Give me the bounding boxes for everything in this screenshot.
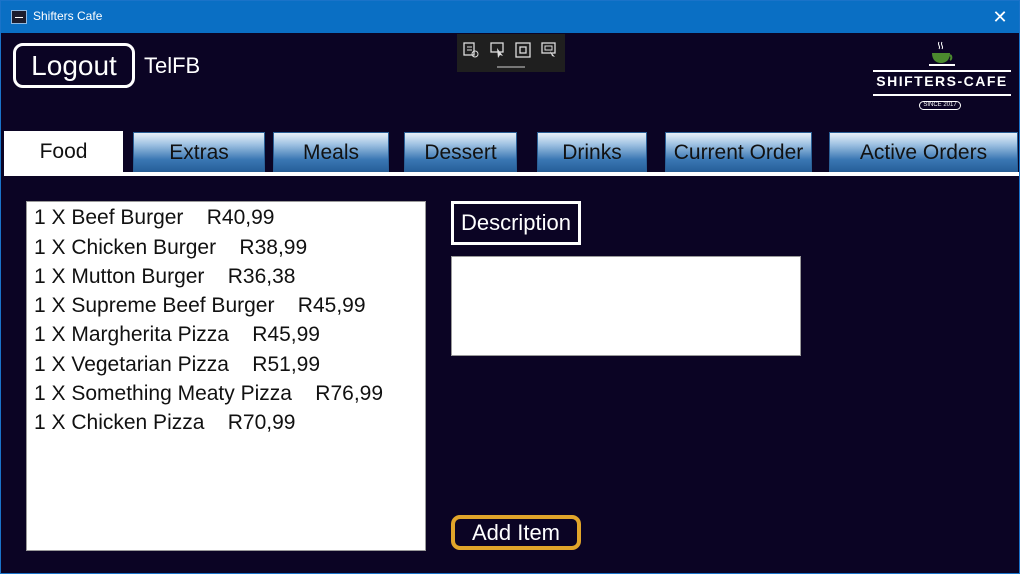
app-icon (11, 10, 27, 24)
category-tabs: Food Extras Meals Dessert Drinks Current… (4, 131, 1019, 176)
tab-current-order[interactable]: Current Order (665, 132, 812, 172)
username-label: TelFB (144, 53, 201, 78)
tab-strip-divider (4, 172, 1019, 176)
menu-items-list[interactable]: 1 X Beef Burger R40,99 1 X Chicken Burge… (26, 201, 426, 551)
list-item[interactable]: 1 X Something Meaty Pizza R76,99 (34, 382, 383, 406)
description-text-box (451, 256, 801, 356)
toolbar-grip[interactable] (497, 66, 525, 68)
tab-drinks[interactable]: Drinks (537, 132, 647, 172)
logo-brand: SHIFTERS-CAFE (876, 73, 1008, 89)
title-bar: Shifters Cafe ✕ (1, 1, 1019, 33)
display-layout-adorners-icon[interactable] (515, 42, 531, 58)
list-item[interactable]: 1 X Beef Burger R40,99 (34, 206, 274, 230)
debug-toolbar (457, 34, 565, 72)
shifters-cafe-logo: SHIFTERS-CAFE SINCE 2017 (869, 41, 1015, 113)
tab-extras[interactable]: Extras (133, 132, 265, 172)
tab-dessert[interactable]: Dessert (404, 132, 517, 172)
logo-since: SINCE 2017 (919, 101, 961, 110)
list-item[interactable]: 1 X Margherita Pizza R45,99 (34, 323, 320, 347)
add-item-button[interactable]: Add Item (451, 515, 581, 550)
close-icon[interactable]: ✕ (987, 4, 1013, 30)
coffee-cup-icon (929, 41, 955, 66)
tab-active-orders[interactable]: Active Orders (829, 132, 1018, 172)
description-heading: Description (451, 201, 581, 245)
window-title: Shifters Cafe (33, 9, 103, 23)
tab-food[interactable]: Food (4, 131, 123, 173)
logout-button[interactable]: Logout (13, 43, 135, 88)
list-item[interactable]: 1 X Supreme Beef Burger R45,99 (34, 294, 366, 318)
list-item[interactable]: 1 X Chicken Burger R38,99 (34, 236, 307, 260)
track-focused-element-icon[interactable] (541, 42, 557, 58)
select-element-icon[interactable] (490, 42, 506, 58)
list-item[interactable]: 1 X Mutton Burger R36,38 (34, 265, 295, 289)
list-item[interactable]: 1 X Vegetarian Pizza R51,99 (34, 353, 320, 377)
logo-rule-top (873, 70, 1011, 72)
tab-meals[interactable]: Meals (273, 132, 389, 172)
app-window: Shifters Cafe ✕ Logout TelFB SHIFTERS-CA… (0, 0, 1020, 574)
logo-rule-bottom (873, 94, 1011, 96)
list-item[interactable]: 1 X Chicken Pizza R70,99 (34, 411, 295, 435)
live-tree-icon[interactable] (463, 42, 479, 58)
